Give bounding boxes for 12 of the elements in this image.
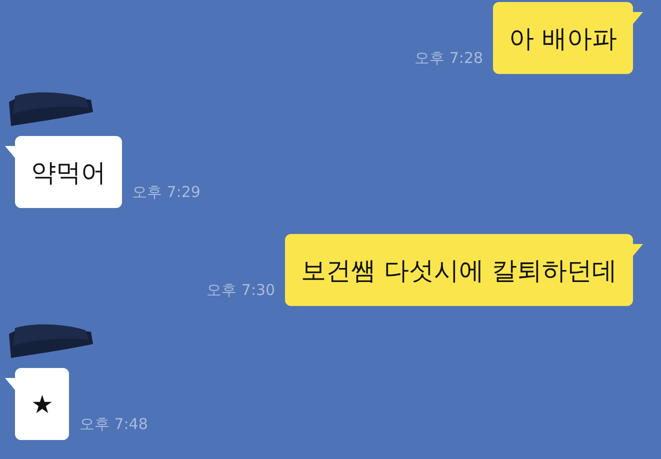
message-time: 오후 7:30 — [206, 281, 276, 300]
bubble-tail — [633, 244, 643, 256]
bubble-tail — [633, 12, 643, 24]
received-message: 약먹어 — [15, 136, 122, 208]
bubble-tail — [5, 146, 15, 158]
message-time: 오후 7:29 — [132, 183, 200, 202]
sent-message: 보건쌤 다섯시에 칼퇴하던데 — [285, 234, 633, 306]
message-time: 오후 7:28 — [414, 49, 484, 68]
received-message: ★ — [15, 368, 70, 440]
sent-message: 아 배아파 — [493, 2, 633, 74]
message-time: 오후 7:48 — [79, 415, 148, 434]
bubble-tail — [5, 378, 15, 390]
